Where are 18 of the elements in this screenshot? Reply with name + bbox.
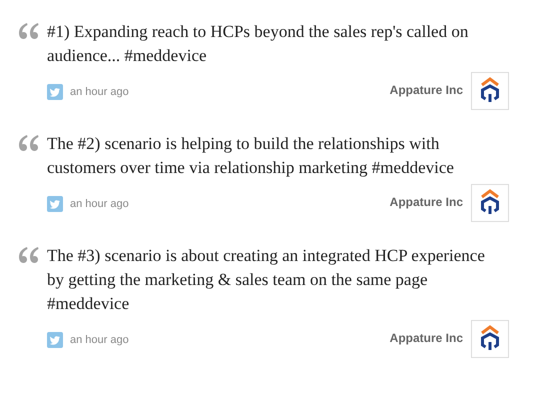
- company-logo: [471, 320, 509, 358]
- post-text: The #2) scenario is helping to build the relationships with customers over time via relationship marketing #meddevice: [47, 133, 455, 179]
- post-time: an hour ago: [70, 85, 129, 100]
- post-text: #1) Expanding reach to HCPs beyond the sales rep's called on audience... #meddevice: [47, 21, 470, 67]
- post-text: The #3) scenario is about creating an integrated HCP experience by getting the marketing & sales team on the same page #meddevice: [47, 245, 486, 315]
- quote-icon: [18, 134, 40, 152]
- quote-icon: [18, 246, 40, 264]
- company-logo: [471, 72, 509, 110]
- bird-icon: [47, 196, 63, 212]
- author-name: Appature Inc: [390, 194, 463, 211]
- author-name: Appature Inc: [390, 330, 463, 347]
- post-time: an hour ago: [70, 197, 129, 212]
- post-time: an hour ago: [70, 333, 129, 348]
- bird-icon: [47, 332, 63, 348]
- quote-icon: [18, 22, 40, 40]
- author-name: Appature Inc: [390, 82, 463, 99]
- company-logo: [471, 184, 509, 222]
- bird-icon: [47, 84, 63, 100]
